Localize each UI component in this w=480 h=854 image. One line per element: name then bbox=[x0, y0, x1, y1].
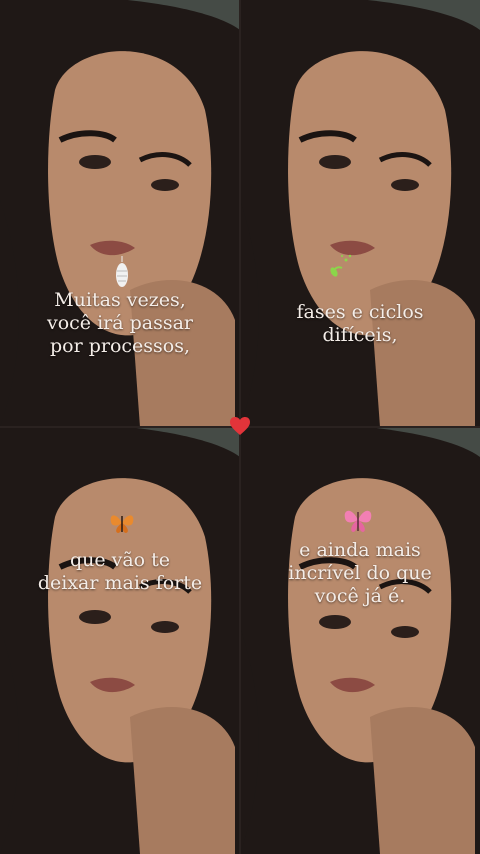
collage-grid: Muitas vezes, você irá passar por proces… bbox=[0, 0, 480, 854]
pink-butterfly-icon bbox=[344, 510, 372, 532]
sprout-icon bbox=[330, 254, 352, 277]
panel-top-left bbox=[0, 0, 240, 427]
caption-panel-2: fases e ciclos difíceis, bbox=[296, 301, 424, 346]
panel-bottom-right bbox=[240, 427, 480, 854]
caption-panel-3: que vão te deixar mais forte bbox=[37, 549, 203, 594]
caption-panel-4: e ainda mais incrível do que você já é. bbox=[288, 539, 432, 607]
panel-bottom-left bbox=[0, 427, 240, 854]
illustration-girl-portrait bbox=[0, 0, 240, 427]
heart-icon bbox=[230, 417, 250, 435]
cocoon-icon bbox=[116, 256, 128, 287]
caption-panel-1: Muitas vezes, você irá passar por proces… bbox=[46, 289, 194, 357]
illustration-girl-portrait bbox=[0, 427, 240, 854]
illustration-girl-portrait bbox=[240, 427, 480, 854]
panel-top-right bbox=[240, 0, 480, 427]
orange-butterfly-icon bbox=[110, 515, 134, 533]
illustration-girl-portrait bbox=[240, 0, 480, 427]
